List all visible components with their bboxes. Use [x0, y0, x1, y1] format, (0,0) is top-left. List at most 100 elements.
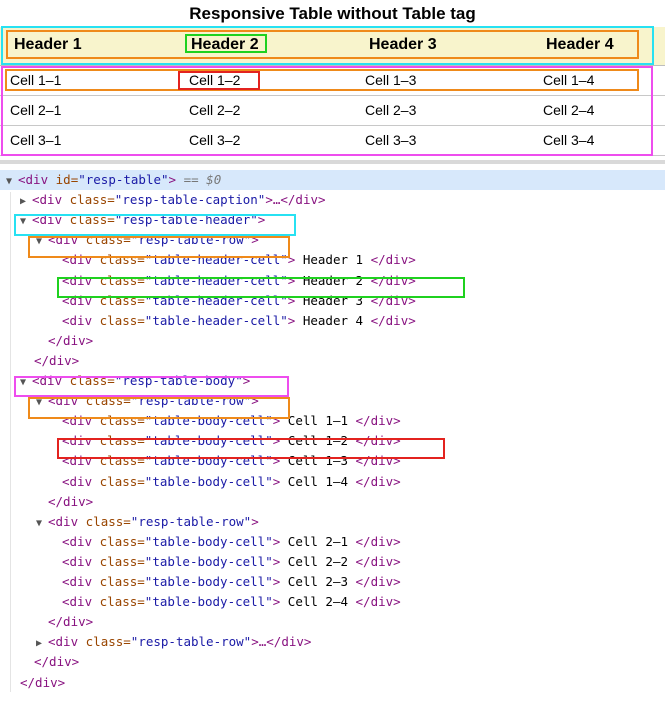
tag-close: >: [242, 373, 251, 388]
tag-close: >: [251, 232, 259, 248]
tag-end: </div>: [355, 553, 401, 569]
tag-name: <div: [48, 634, 86, 650]
node-text: Cell 2–3: [280, 574, 356, 589]
attribute-value: "resp-table": [78, 172, 169, 187]
tree-node-line[interactable]: ▶ <div class="resp-table-caption">…</div>: [20, 190, 326, 210]
attribute-value: "table-header-cell": [144, 292, 288, 308]
tag-name: <div: [62, 574, 100, 589]
table-header-row: Header 1 Header 2 Header 3 Header 4: [0, 27, 665, 66]
body-cell-2-2: Cell 2–2: [189, 102, 241, 118]
expand-triangle-icon[interactable]: ▼: [20, 212, 32, 232]
tag-name: <div: [62, 553, 100, 569]
attribute-value: "table-body-cell": [144, 433, 273, 449]
body-cell-2-3: Cell 2–3: [365, 102, 417, 118]
tree-node-line[interactable]: <div class="table-body-cell"> Cell 2–1 <…: [62, 532, 401, 552]
tag-name: </div>: [48, 332, 94, 348]
tree-node-line[interactable]: <div class="table-header-cell"> Header 3…: [62, 291, 416, 311]
tree-node-line[interactable]: <div class="table-header-cell"> Header 4…: [62, 311, 416, 331]
attribute-value: "table-body-cell": [144, 533, 273, 549]
selected-node-marker: == $0: [176, 172, 222, 187]
attribute-value: "table-header-cell": [144, 272, 288, 288]
tree-node-line[interactable]: </div>: [48, 612, 93, 632]
node-text: Header 1: [295, 252, 371, 268]
tag-end: </div>: [355, 594, 401, 610]
tag-name: </div>: [34, 654, 80, 670]
tag-name: <div: [48, 393, 86, 409]
tree-node-line[interactable]: <div class="table-body-cell"> Cell 2–4 <…: [62, 592, 401, 612]
tag-name: </div>: [48, 614, 94, 630]
attribute-value: "table-body-cell": [144, 473, 273, 489]
attribute-value: "table-body-cell": [144, 553, 273, 569]
tag-name: <div: [62, 312, 100, 328]
tag-end: </div>: [355, 413, 401, 429]
tag-name: </div>: [48, 493, 94, 509]
node-text: Header 2: [295, 272, 371, 288]
tree-node-line[interactable]: <div class="table-body-cell"> Cell 1–1 <…: [62, 411, 401, 431]
tag-name: <div: [62, 292, 100, 308]
tag-name: <div: [18, 172, 56, 187]
tree-node-line[interactable]: ▼ <div class="resp-table-row">: [36, 391, 259, 411]
tag-name: <div: [62, 453, 100, 469]
tag-name: <div: [32, 192, 70, 208]
tree-node-line[interactable]: </div>: [48, 492, 93, 512]
tree-node-line[interactable]: <div class="table-body-cell"> Cell 1–3 <…: [62, 451, 401, 471]
node-text: Cell 1–2: [280, 433, 356, 449]
expand-triangle-icon[interactable]: ▼: [36, 232, 48, 252]
tag-name: <div: [62, 433, 100, 449]
table-body-row-3: Cell 3–1 Cell 3–2 Cell 3–3 Cell 3–4: [0, 125, 665, 156]
attribute-name: class=: [85, 634, 131, 650]
attribute-name: class=: [99, 413, 145, 429]
tree-node-line[interactable]: ▼ <div id="resp-table"> == $0: [0, 170, 665, 190]
tree-node-line[interactable]: ▼ <div class="resp-table-body">: [20, 371, 250, 391]
body-cell-1-4: Cell 1–4: [543, 72, 595, 88]
tag-end: </div>: [370, 312, 416, 328]
body-cell-3-2: Cell 3–2: [189, 132, 241, 148]
tree-node-line[interactable]: ▼ <div class="resp-table-header">: [20, 210, 265, 230]
tree-node-line[interactable]: </div>: [34, 652, 79, 672]
tree-node-line[interactable]: <div class="table-body-cell"> Cell 2–3 <…: [62, 572, 401, 592]
attribute-name: class=: [99, 433, 145, 449]
tree-node-line[interactable]: <div class="table-body-cell"> Cell 2–2 <…: [62, 552, 401, 572]
body-cell-3-4: Cell 3–4: [543, 132, 595, 148]
header-cell-2: Header 2: [191, 36, 259, 53]
attribute-name: class=: [99, 292, 145, 308]
attribute-name: class=: [99, 252, 145, 268]
attribute-name: class=: [85, 393, 131, 409]
header-cell-3: Header 3: [369, 36, 437, 53]
expand-triangle-icon[interactable]: ▼: [36, 514, 48, 534]
tree-node-line[interactable]: <div class="table-body-cell"> Cell 1–4 <…: [62, 472, 401, 492]
attribute-name: class=: [99, 594, 145, 610]
attribute-value: "resp-table-row": [130, 232, 252, 248]
tree-node-line[interactable]: </div>: [20, 673, 65, 693]
collapse-triangle-icon[interactable]: ▶: [36, 634, 48, 654]
tree-node-line[interactable]: ▶ <div class="resp-table-row">…</div>: [36, 632, 311, 652]
node-text: Header 3: [295, 292, 371, 308]
node-text: Cell 2–4: [280, 594, 356, 610]
tree-node-line[interactable]: </div>: [48, 331, 93, 351]
attribute-name: id=: [55, 172, 79, 187]
attribute-value: "table-body-cell": [144, 453, 273, 469]
tree-node-line[interactable]: ▼ <div class="resp-table-row">: [36, 512, 259, 532]
tag-close: >: [251, 513, 259, 529]
panel-divider[interactable]: [0, 160, 665, 164]
tag-name: <div: [62, 413, 100, 429]
tag-name: <div: [48, 513, 86, 529]
expand-triangle-icon[interactable]: ▼: [20, 373, 32, 393]
tree-node-line[interactable]: ▼ <div class="resp-table-row">: [36, 230, 259, 250]
collapse-triangle-icon[interactable]: ▶: [20, 192, 32, 212]
tag-name: <div: [32, 373, 70, 388]
node-text: Header 4: [295, 312, 371, 328]
tree-node-line[interactable]: <div class="table-header-cell"> Header 2…: [62, 271, 416, 291]
tag-end: </div>: [355, 473, 401, 489]
attribute-name: class=: [99, 574, 145, 589]
expand-triangle-icon[interactable]: ▼: [36, 393, 48, 413]
attribute-value: "table-body-cell": [144, 413, 273, 429]
attribute-name: class=: [69, 373, 115, 388]
body-cell-3-3: Cell 3–3: [365, 132, 417, 148]
tree-node-line[interactable]: </div>: [34, 351, 79, 371]
tree-node-line[interactable]: <div class="table-body-cell"> Cell 1–2 <…: [62, 431, 401, 451]
tree-node-line[interactable]: <div class="table-header-cell"> Header 1…: [62, 250, 416, 270]
body-cell-3-1: Cell 3–1: [10, 132, 62, 148]
expand-triangle-icon[interactable]: ▼: [6, 172, 18, 192]
tag-name: <div: [62, 533, 100, 549]
